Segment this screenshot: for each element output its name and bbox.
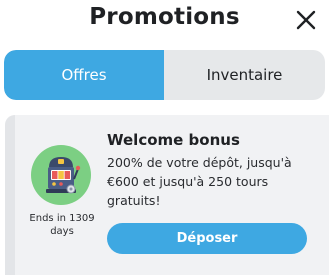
promotion-badge <box>31 145 91 205</box>
close-button[interactable] <box>294 8 318 32</box>
page-title: Promotions <box>89 4 240 30</box>
close-icon <box>296 10 316 30</box>
deposit-button[interactable]: Déposer <box>107 223 307 254</box>
expiry-text: Ends in 1309 days <box>29 213 95 237</box>
tab-offres[interactable]: Offres <box>4 50 164 100</box>
slot-machine-icon <box>46 157 81 194</box>
tab-bar: Offres Inventaire <box>4 50 325 100</box>
promotion-title: Welcome bonus <box>107 131 240 149</box>
tab-inventaire[interactable]: Inventaire <box>164 50 325 100</box>
card-accent-stripe <box>5 115 15 275</box>
header: Promotions <box>0 0 329 44</box>
promotion-description: 200% de votre dépôt, jusqu'à €600 et jus… <box>107 155 292 208</box>
